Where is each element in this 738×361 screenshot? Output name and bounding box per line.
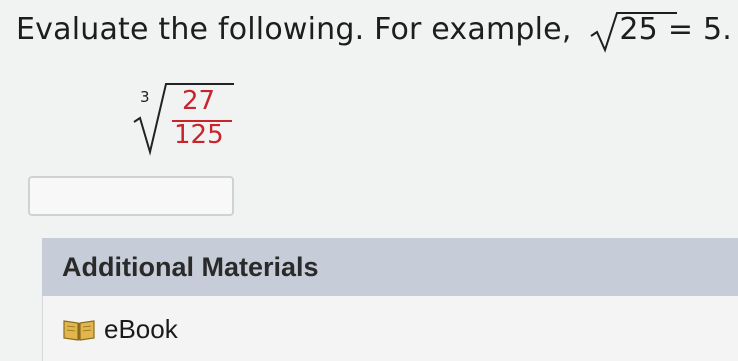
ebook-label: eBook bbox=[104, 314, 178, 344]
fraction-numerator: 27 bbox=[182, 86, 216, 116]
prompt-text: Evaluate the following. For example, bbox=[16, 12, 572, 47]
additional-materials-title: Additional Materials bbox=[62, 251, 319, 282]
root-index: 3 bbox=[140, 88, 150, 106]
math-expression: 3 27 125 bbox=[130, 82, 250, 160]
fraction-denominator: 125 bbox=[174, 120, 224, 150]
example-square-root: 25 bbox=[589, 8, 678, 53]
additional-materials-header: Additional Materials bbox=[42, 238, 738, 296]
radical-sign-icon bbox=[590, 12, 678, 53]
question-page: Evaluate the following. For example, 25 … bbox=[0, 0, 738, 361]
question-prompt: Evaluate the following. For example, 25 … bbox=[16, 8, 732, 53]
ebook-link[interactable]: eBook bbox=[62, 314, 178, 345]
answer-input[interactable] bbox=[28, 176, 234, 216]
book-icon bbox=[63, 319, 95, 341]
